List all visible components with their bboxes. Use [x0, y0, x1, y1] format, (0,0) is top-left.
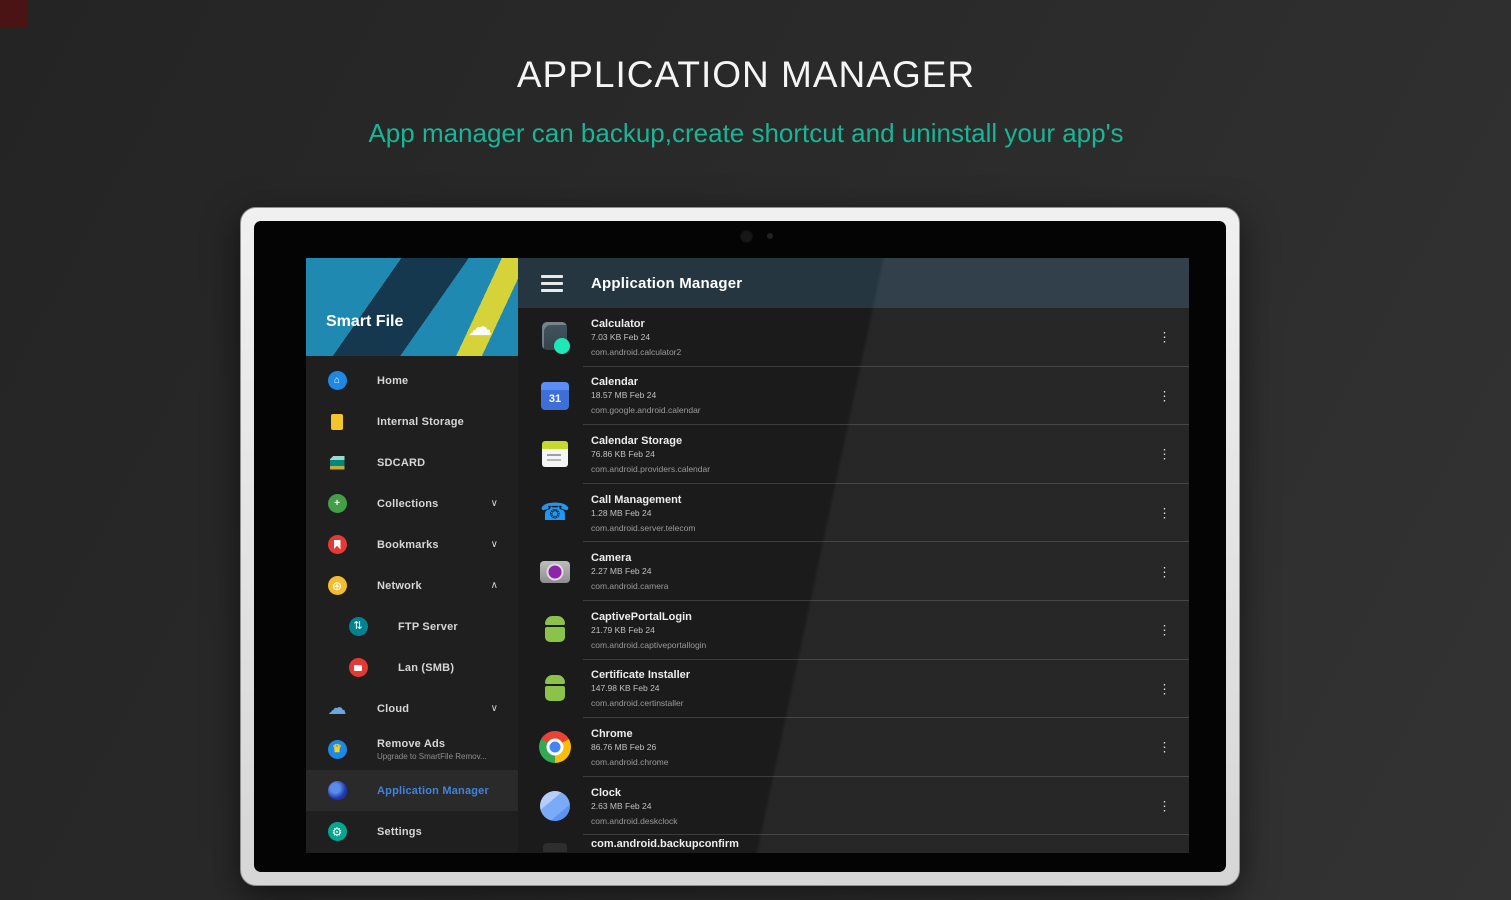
sidebar-item-sdcard[interactable]: SDCARD [306, 442, 518, 483]
chevron-down-icon: ∨ [490, 703, 498, 714]
android-robot-app-icon [538, 613, 572, 647]
internal-storage-icon [327, 412, 347, 432]
cloud-logo-icon: ☁ [468, 314, 492, 341]
kebab-menu-icon[interactable]: ⋮ [1158, 331, 1171, 344]
sidebar: Smart File ☁ ⌂ Home Internal Storage SDC [306, 258, 518, 853]
remove-ads-icon: ♛ [327, 740, 347, 760]
app-row-chrome[interactable]: Chrome 86.76 MB Feb 26 com.android.chrom… [518, 718, 1189, 777]
sidebar-item-bookmarks[interactable]: Bookmarks ∨ [306, 524, 518, 565]
sidebar-item-lan-smb[interactable]: Lan (SMB) [306, 647, 518, 688]
generic-app-icon [538, 838, 572, 853]
camera-dot [740, 230, 753, 243]
kebab-menu-icon[interactable]: ⋮ [1158, 565, 1171, 578]
menu-icon[interactable] [541, 274, 563, 292]
lan-icon [348, 658, 368, 678]
chevron-down-icon: ∨ [490, 539, 498, 550]
camera-app-icon [538, 555, 572, 589]
chevron-down-icon: ∨ [490, 498, 498, 509]
drawer-header: Smart File ☁ [306, 258, 518, 356]
calculator-app-icon [538, 320, 572, 355]
kebab-menu-icon[interactable]: ⋮ [1158, 682, 1171, 695]
sidebar-item-network[interactable]: ⊕ Network ∧ [306, 565, 518, 606]
corner-artifact [0, 0, 27, 27]
android-robot-app-icon [538, 672, 572, 706]
chevron-up-icon: ∧ [490, 580, 498, 591]
home-icon: ⌂ [327, 371, 347, 391]
clock-app-icon [538, 789, 572, 823]
chrome-app-icon [538, 730, 572, 764]
sidebar-item-ftp-server[interactable]: ⇅ FTP Server [306, 606, 518, 647]
network-icon: ⊕ [327, 576, 347, 596]
main-content: Application Manager Calculator 7.03 KB F… [518, 258, 1189, 853]
app-screen: Smart File ☁ ⌂ Home Internal Storage SDC [306, 258, 1189, 853]
sidebar-item-internal-storage[interactable]: Internal Storage [306, 401, 518, 442]
app-row-call-management[interactable]: ☎ Call Management 1.28 MB Feb 24 com.and… [518, 484, 1189, 543]
tablet-mockup: Smart File ☁ ⌂ Home Internal Storage SDC [240, 207, 1240, 886]
sidebar-item-application-manager[interactable]: Application Manager [306, 770, 518, 811]
kebab-menu-icon[interactable]: ⋮ [1158, 624, 1171, 637]
app-row-captiveportallogin[interactable]: CaptivePortalLogin 21.79 KB Feb 24 com.a… [518, 601, 1189, 660]
app-row-camera[interactable]: Camera 2.27 MB Feb 24 com.android.camera… [518, 542, 1189, 601]
kebab-menu-icon[interactable]: ⋮ [1158, 741, 1171, 754]
sidebar-menu: ⌂ Home Internal Storage SDCARD + Collect… [306, 356, 518, 852]
application-manager-icon [327, 781, 347, 801]
app-row-backupconfirm[interactable]: com.android.backupconfirm [518, 835, 1189, 853]
sdcard-icon [327, 453, 347, 473]
collections-icon: + [327, 494, 347, 514]
kebab-menu-icon[interactable]: ⋮ [1158, 389, 1171, 402]
sidebar-item-cloud[interactable]: ☁ Cloud ∨ [306, 688, 518, 729]
ftp-server-icon: ⇅ [348, 617, 368, 637]
kebab-menu-icon[interactable]: ⋮ [1158, 507, 1171, 520]
brand-name: Smart File [326, 313, 404, 330]
page-title: APPLICATION MANAGER [516, 54, 976, 95]
app-header: Application Manager [518, 258, 1189, 308]
kebab-menu-icon[interactable]: ⋮ [1158, 448, 1171, 461]
app-header-title: Application Manager [591, 274, 743, 292]
kebab-menu-icon[interactable]: ⋮ [1158, 800, 1171, 813]
sidebar-item-settings[interactable]: ⚙ Settings [306, 811, 518, 852]
app-list: Calculator 7.03 KB Feb 24 com.android.ca… [518, 308, 1189, 853]
app-row-calculator[interactable]: Calculator 7.03 KB Feb 24 com.android.ca… [518, 308, 1189, 367]
app-row-calendar-storage[interactable]: Calendar Storage 76.86 KB Feb 24 com.and… [518, 425, 1189, 484]
tablet-bezel: Smart File ☁ ⌂ Home Internal Storage SDC [254, 221, 1226, 872]
sidebar-item-home[interactable]: ⌂ Home [306, 360, 518, 401]
sensor-dot [767, 233, 773, 239]
bookmarks-icon [327, 535, 347, 555]
sidebar-item-remove-ads[interactable]: ♛ Remove Ads Upgrade to SmartFile Remov.… [306, 729, 518, 770]
app-row-clock[interactable]: Clock 2.63 MB Feb 24 com.android.deskclo… [518, 777, 1189, 836]
page-subtitle: App manager can backup,create shortcut a… [368, 118, 1124, 148]
cloud-icon: ☁ [327, 698, 347, 719]
app-row-calendar[interactable]: 31 Calendar 18.57 MB Feb 24 com.google.a… [518, 367, 1189, 426]
call-management-app-icon: ☎ [540, 499, 570, 527]
calendar-storage-app-icon [538, 437, 572, 471]
app-row-certificate-installer[interactable]: Certificate Installer 147.98 KB Feb 24 c… [518, 660, 1189, 719]
sidebar-item-collections[interactable]: + Collections ∨ [306, 483, 518, 524]
calendar-app-icon: 31 [538, 379, 572, 413]
settings-icon: ⚙ [327, 822, 347, 842]
